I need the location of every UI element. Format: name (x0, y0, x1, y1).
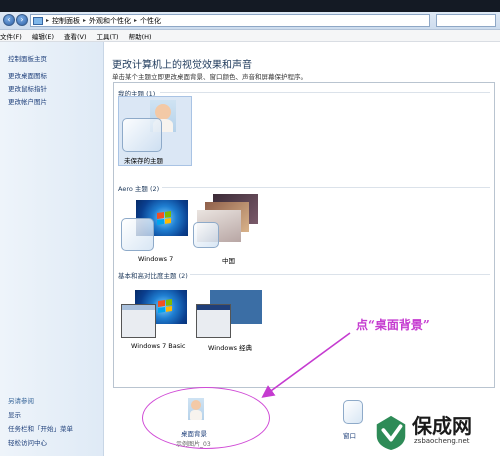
menu-help[interactable]: 帮助(H) (129, 31, 152, 41)
window-title-bar (0, 0, 500, 12)
task-pane: 控制面板主页 更改桌面图标 更改鼠标指针 更改帐户图片 另请参阅 显示 任务栏和… (0, 42, 104, 456)
control-panel-home-link[interactable]: 控制面板主页 (8, 53, 47, 63)
theme-name-windows7-basic: Windows 7 Basic (131, 342, 186, 350)
section-divider (162, 187, 490, 188)
see-also-heading: 另请参阅 (8, 397, 34, 405)
breadcrumb-personalization[interactable]: 个性化 (140, 16, 161, 26)
menu-file[interactable]: 文件(F) (0, 31, 22, 41)
window-color-swatch (121, 218, 154, 251)
display-link[interactable]: 显示 (8, 409, 21, 419)
watermark-logo (376, 415, 406, 451)
chevron-right-icon: ▸ (46, 17, 50, 24)
back-button[interactable]: ‹ (3, 14, 15, 26)
watermark-url: zsbaocheng.net (414, 437, 470, 445)
search-input[interactable] (436, 14, 496, 27)
desktop-background-value: 示例图片_03 (176, 441, 211, 448)
window-color-swatch (193, 222, 219, 248)
window-color-icon[interactable] (343, 400, 363, 424)
ease-of-access-link[interactable]: 轻松访问中心 (8, 437, 47, 447)
page-title: 更改计算机上的视觉效果和声音 (112, 60, 252, 71)
menu-bar: 文件(F) 编辑(E) 查看(V) 工具(T) 帮助(H) (0, 30, 500, 42)
address-field[interactable]: ▸ 控制面板 ▸ 外观和个性化 ▸ 个性化 (30, 14, 430, 27)
chevron-right-icon: ▸ (134, 17, 138, 24)
change-account-picture-link[interactable]: 更改帐户图片 (8, 96, 47, 106)
annotation-callout: 点“桌面背景” (356, 318, 430, 332)
theme-name-windows7: Windows 7 (138, 255, 174, 263)
section-divider (190, 274, 490, 275)
window-titlebar-preview (122, 305, 155, 310)
window-color-link[interactable]: 窗口 (343, 430, 356, 440)
windows-logo-icon (157, 211, 171, 225)
menu-view[interactable]: 查看(V) (64, 31, 87, 41)
window-color-swatch (122, 118, 162, 152)
page-subtitle: 单击某个主题立即更改桌面背景、窗口颜色、声音和屏幕保护程序。 (112, 73, 307, 81)
windows-logo-icon (158, 299, 172, 313)
change-mouse-pointers-link[interactable]: 更改鼠标指针 (8, 83, 47, 93)
breadcrumb-appearance[interactable]: 外观和个性化 (89, 16, 131, 26)
breadcrumb-control-panel[interactable]: 控制面板 (52, 16, 80, 26)
theme-name-china: 中国 (222, 257, 235, 265)
theme-name-unsaved: 未保存的主题 (124, 157, 163, 165)
desktop-background-link[interactable]: 桌面背景 (181, 428, 207, 438)
baby-body (190, 410, 202, 420)
section-divider (160, 92, 490, 93)
menu-tools[interactable]: 工具(T) (97, 31, 119, 41)
chevron-right-icon: ▸ (83, 17, 87, 24)
watermark-title: 保成网 (412, 414, 472, 438)
window-frame-preview (121, 304, 156, 338)
theme-name-windows-classic: Windows 经典 (208, 344, 253, 352)
basic-themes-heading: 基本和高对比度主题 (2) (118, 272, 188, 280)
aero-themes-heading: Aero 主题 (2) (118, 185, 160, 193)
menu-edit[interactable]: 编辑(E) (32, 31, 54, 41)
baby-face (191, 400, 201, 410)
desktop-background-icon[interactable] (188, 398, 204, 420)
taskbar-start-menu-link[interactable]: 任务栏和「开始」菜单 (8, 423, 73, 433)
window-frame-preview (196, 304, 231, 338)
change-desktop-icons-link[interactable]: 更改桌面图标 (8, 70, 47, 80)
forward-button[interactable]: › (16, 14, 28, 26)
window-titlebar-preview (197, 305, 230, 310)
control-panel-icon (33, 16, 43, 25)
